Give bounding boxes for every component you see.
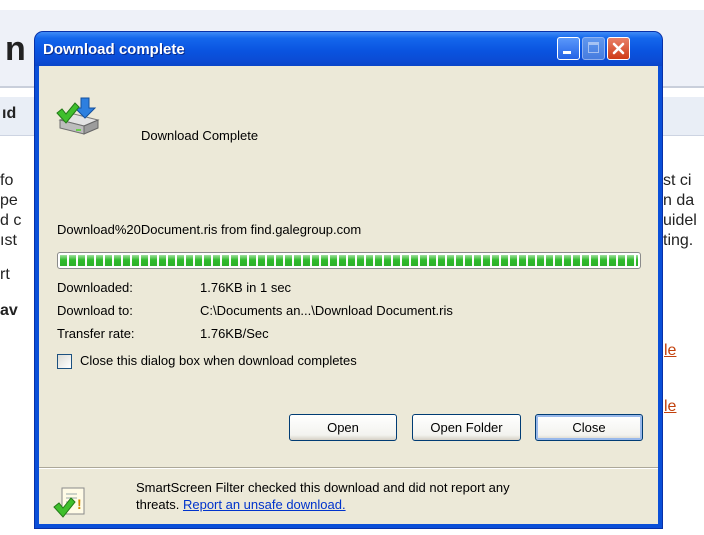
background-page-title: n	[5, 30, 26, 68]
background-text-fragment: fo	[0, 172, 14, 189]
minimize-icon	[563, 51, 571, 54]
smartscreen-message-continued: threats. Report an unsafe download.	[136, 497, 346, 512]
open-folder-button[interactable]: Open Folder	[412, 414, 521, 441]
close-when-done-label[interactable]: Close this dialog box when download comp…	[80, 353, 357, 368]
background-link[interactable]: le	[664, 398, 676, 416]
background-text-fragment: d c	[0, 212, 22, 229]
background-link[interactable]: le	[664, 342, 676, 360]
transfer-rate-label: Transfer rate:	[57, 326, 135, 341]
download-complete-icon	[56, 97, 100, 135]
background-text-fragment: st ci	[663, 172, 692, 189]
downloaded-value: 1.76KB in 1 sec	[200, 280, 292, 295]
dialog-title: Download complete	[43, 41, 185, 58]
footer-divider-highlight	[39, 468, 658, 469]
download-progress-bar	[57, 252, 641, 269]
report-unsafe-download-link[interactable]: Report an unsafe download.	[183, 497, 346, 512]
svg-text:!: !	[77, 496, 82, 512]
transfer-rate-value: 1.76KB/Sec	[200, 326, 269, 341]
background-text-fragment: rt	[0, 266, 10, 283]
background-text-fragment: ting.	[663, 232, 694, 249]
close-icon	[612, 42, 625, 55]
maximize-icon	[588, 42, 599, 53]
background-text-fragment: av	[0, 302, 18, 319]
background-text-fragment: pe	[0, 192, 18, 209]
close-window-button[interactable]	[607, 37, 630, 60]
dialog-body: Download Complete Download%20Document.ri…	[39, 66, 658, 524]
smartscreen-shield-icon: !	[53, 487, 85, 518]
downloaded-file-source: Download%20Document.ris from find.galegr…	[57, 222, 362, 237]
dialog-titlebar[interactable]: Download complete	[35, 32, 662, 66]
maximize-button	[582, 37, 605, 60]
close-button[interactable]: Close	[535, 414, 643, 441]
background-text-fragment: ıst	[0, 232, 17, 249]
download-to-label: Download to:	[57, 303, 133, 318]
background-text-fragment: uidel	[663, 212, 697, 229]
background-section-heading: ıd	[2, 105, 17, 122]
background-text-fragment: n da	[663, 192, 695, 209]
smartscreen-message-prefix: threats.	[136, 497, 183, 512]
close-when-done-checkbox[interactable]	[57, 354, 72, 369]
downloaded-label: Downloaded:	[57, 280, 133, 295]
smartscreen-message: SmartScreen Filter checked this download…	[136, 480, 510, 495]
minimize-button[interactable]	[557, 37, 580, 60]
download-complete-dialog: Download complete Download Complete Down…	[35, 32, 662, 528]
download-progress-fill	[60, 255, 638, 266]
open-button[interactable]: Open	[289, 414, 397, 441]
download-complete-heading: Download Complete	[141, 128, 259, 143]
download-to-value: C:\Documents an...\Download Document.ris	[200, 303, 453, 318]
